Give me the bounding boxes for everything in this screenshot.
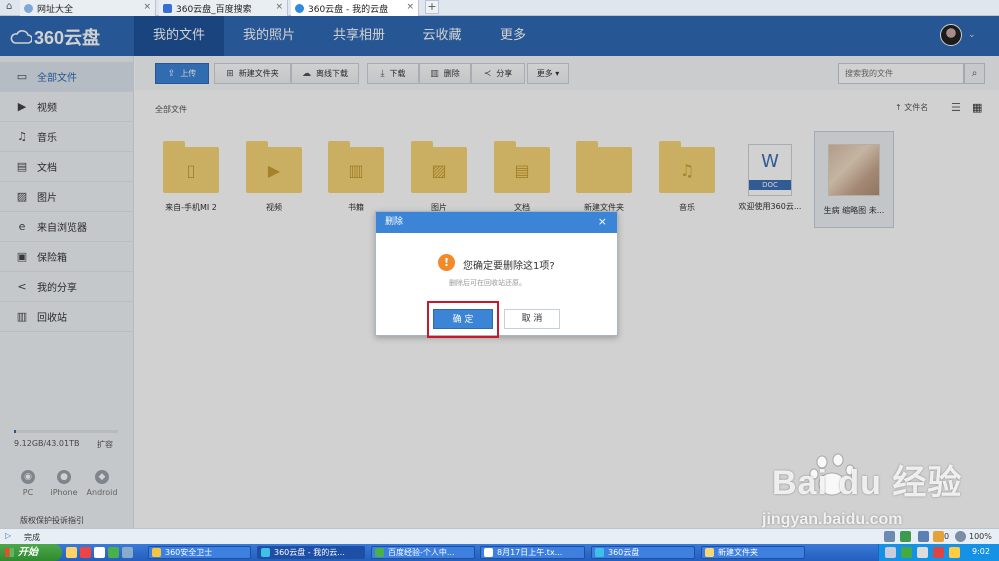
cancel-button[interactable]: 取 消 — [504, 309, 560, 329]
counter-icon[interactable] — [933, 531, 944, 542]
browser-tab-strip: ⌂ 网址大全 × 360云盘_百度搜索 × 360云盘 - 我的云盘 × + — [0, 0, 999, 16]
download-icon[interactable] — [918, 531, 929, 542]
browser-tab[interactable]: 网址大全 × — [20, 0, 156, 16]
dialog-title: 删除 — [385, 217, 404, 227]
highlight-annotation — [427, 301, 499, 338]
os-taskbar: 开始 360安全卫士 360云盘 - 我的云... 百度经验-个人中... 8月… — [0, 544, 999, 561]
counter-value: 0 — [944, 532, 950, 541]
quicklaunch-icon[interactable] — [94, 547, 105, 558]
browser-tab-active[interactable]: 360云盘 - 我的云盘 × — [291, 0, 419, 16]
quicklaunch-icon[interactable] — [122, 547, 133, 558]
taskbar-item[interactable]: 360云盘 — [591, 546, 695, 559]
task-label: 360安全卫士 — [165, 548, 213, 557]
task-label: 百度经验-个人中... — [388, 548, 455, 557]
tab-label: 360云盘 - 我的云盘 — [308, 4, 389, 15]
quicklaunch-icon[interactable] — [108, 547, 119, 558]
app-icon — [375, 548, 384, 557]
cloud-icon — [295, 3, 304, 13]
app-icon — [595, 548, 604, 557]
tab-label: 网址大全 — [37, 4, 74, 15]
zoom-level[interactable]: 100% — [969, 532, 992, 541]
dialog-message: 您确定要删除这1项? — [463, 261, 555, 272]
task-label: 8月17日上午.tx... — [497, 548, 563, 557]
taskbar-item[interactable]: 新建文件夹 — [701, 546, 805, 559]
app-icon — [261, 548, 270, 557]
shield-icon[interactable] — [900, 531, 911, 542]
speaker-icon[interactable] — [884, 531, 895, 542]
tray-icon[interactable] — [885, 547, 896, 558]
tray-icon[interactable] — [949, 547, 960, 558]
folder-icon — [705, 548, 714, 557]
watermark-url: jingyan.baidu.com — [762, 511, 903, 528]
close-icon[interactable]: × — [598, 216, 607, 228]
tab-label: 360云盘_百度搜索 — [176, 4, 252, 15]
start-button[interactable]: 开始 — [0, 544, 62, 561]
play-icon[interactable]: ▷ — [5, 531, 11, 540]
quicklaunch-icon[interactable] — [66, 547, 77, 558]
browser-tab[interactable]: 360云盘_百度搜索 × — [159, 0, 288, 16]
close-tab-icon[interactable]: × — [275, 2, 283, 12]
warning-icon: ! — [438, 254, 455, 271]
zoom-icon[interactable] — [955, 531, 966, 542]
task-label: 360云盘 — [608, 548, 640, 557]
close-tab-icon[interactable]: × — [143, 2, 151, 12]
taskbar-item[interactable]: 8月17日上午.tx... — [480, 546, 585, 559]
clock: 9:02 — [972, 547, 990, 556]
windows-logo-icon — [5, 548, 14, 557]
tray-icon[interactable] — [901, 547, 912, 558]
baidu-icon — [163, 3, 172, 13]
globe-icon — [24, 3, 33, 13]
home-icon[interactable]: ⌂ — [6, 1, 12, 12]
new-tab-button[interactable]: + — [425, 0, 439, 14]
close-tab-icon[interactable]: × — [406, 2, 414, 12]
start-label: 开始 — [18, 547, 38, 558]
taskbar-item-active[interactable]: 360云盘 - 我的云... — [257, 546, 365, 559]
baidu-watermark: Bai du 经验 — [772, 464, 963, 502]
taskbar-item[interactable]: 百度经验-个人中... — [371, 546, 475, 559]
dialog-header: 删除 — [376, 212, 617, 233]
quicklaunch-icon[interactable] — [80, 547, 91, 558]
task-label: 360云盘 - 我的云... — [274, 548, 345, 557]
app-icon — [484, 548, 493, 557]
browser-status-bar: ▷ 完成 0 100% — [0, 528, 999, 544]
tray-icon[interactable] — [933, 547, 944, 558]
taskbar-item[interactable]: 360安全卫士 — [148, 546, 251, 559]
task-label: 新建文件夹 — [718, 548, 758, 557]
dialog-subtext: 删除后可在回收站还原。 — [449, 279, 526, 287]
tray-icon[interactable] — [917, 547, 928, 558]
app-icon — [152, 548, 161, 557]
status-text: 完成 — [24, 533, 40, 542]
